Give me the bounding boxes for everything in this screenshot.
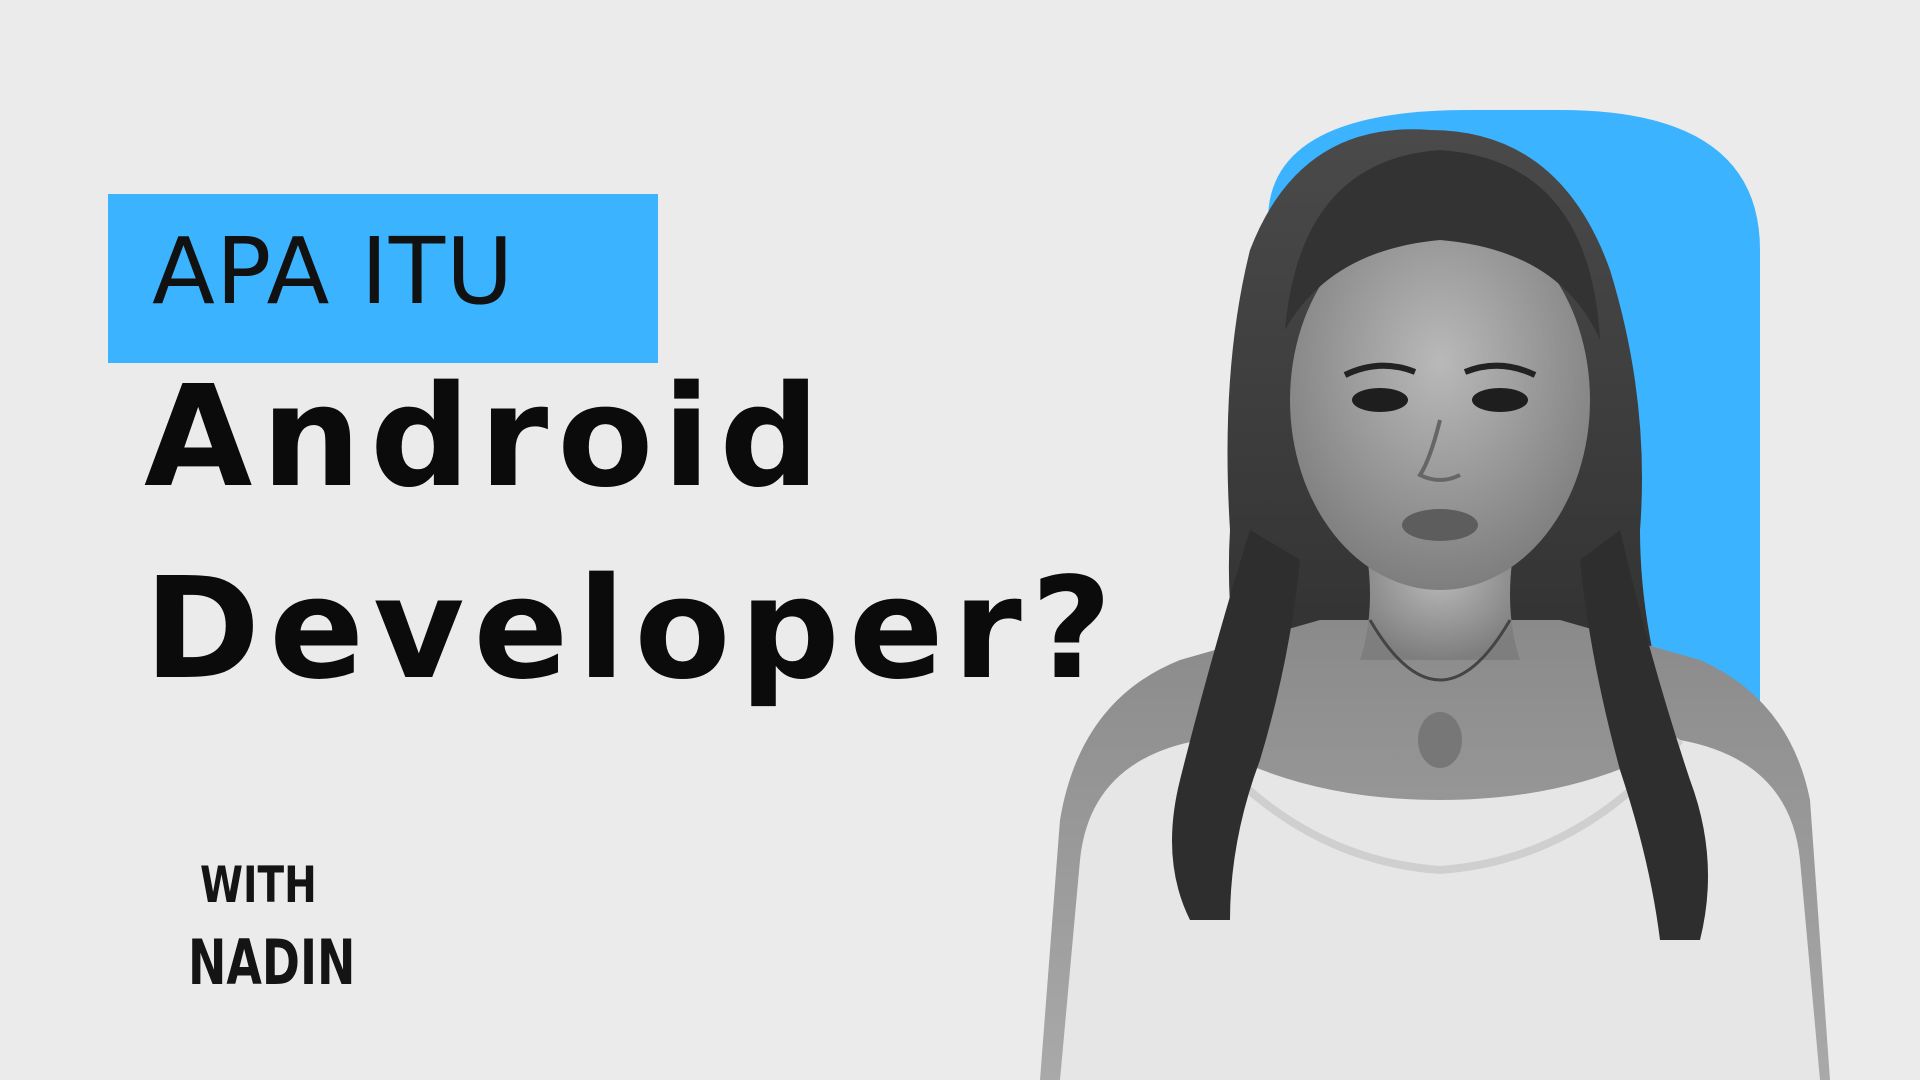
left-eye-shape (1352, 388, 1408, 412)
lips-shape (1402, 509, 1478, 541)
headline-line-1: Android (144, 356, 829, 519)
byline-name: NADIN (188, 926, 356, 999)
right-eye-shape (1472, 388, 1528, 412)
kicker-text: APA ITU (152, 218, 515, 325)
byline-with: WITH (200, 856, 317, 914)
headline-line-2: Developer? (144, 548, 1121, 711)
portrait (1000, 100, 1920, 1080)
thumbnail-canvas: APA ITU Android Developer? WITH NADIN (0, 0, 1920, 1080)
person-portrait-icon (1040, 110, 1830, 1080)
